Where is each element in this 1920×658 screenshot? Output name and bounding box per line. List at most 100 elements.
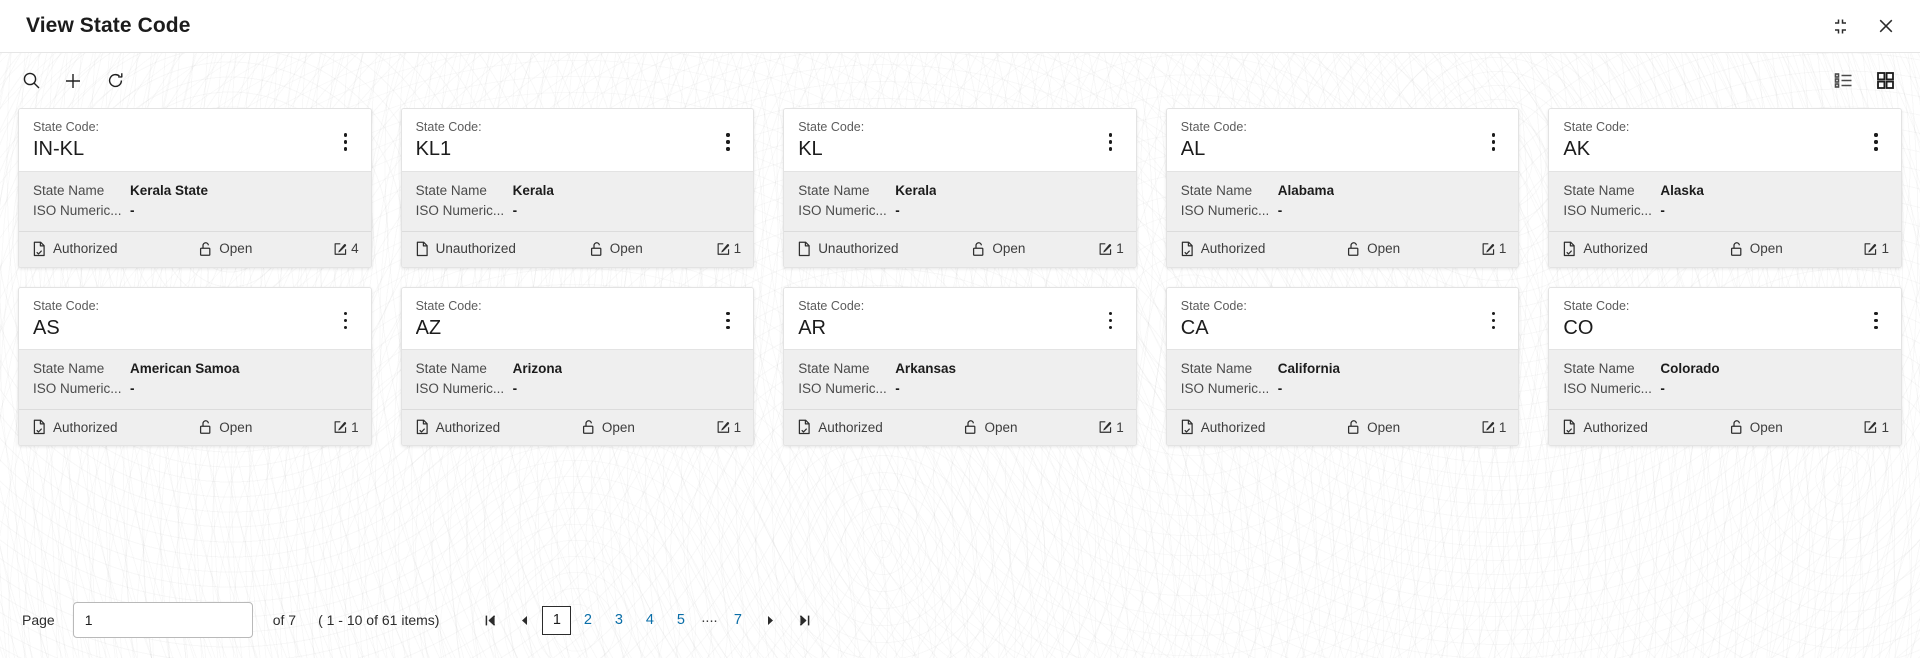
- view-state-code-window: View State Code State Code: IN-KL State …: [0, 0, 1920, 658]
- last-page-icon[interactable]: [787, 605, 821, 635]
- state-code-card[interactable]: State Code: CO State Name Colorado ISO Numer…: [1548, 286, 1902, 447]
- document-check-icon: [1180, 419, 1195, 435]
- card-details: State Name Kerala ISO Numeric... -: [401, 170, 754, 231]
- lock-status[interactable]: Open: [1729, 419, 1783, 435]
- state-code-card[interactable]: State Code: KL State Name Kerala ISO Numeric…: [783, 108, 1137, 268]
- edit-square-icon: [1863, 241, 1878, 257]
- edit-square-icon: [333, 419, 348, 435]
- edit-count[interactable]: 1: [716, 241, 742, 257]
- state-code-card[interactable]: State Code: AS State Name American Samoa ISO…: [18, 286, 372, 447]
- page-ellipsis[interactable]: ....: [696, 610, 722, 631]
- lock-status[interactable]: Open: [581, 419, 635, 435]
- authorization-status[interactable]: Authorized: [1180, 419, 1265, 435]
- state-name-value: Kerala: [895, 182, 937, 198]
- authorization-status[interactable]: Authorized: [797, 419, 883, 435]
- refresh-icon[interactable]: [98, 64, 132, 98]
- card-details: State Name Arizona ISO Numeric... -: [401, 349, 754, 410]
- card-details: State Name American Samoa ISO Numeric... -: [19, 349, 371, 410]
- edit-count-label: 1: [1116, 241, 1124, 257]
- more-vertical-icon[interactable]: [1482, 306, 1504, 336]
- edit-square-icon: [333, 241, 348, 257]
- document-check-icon: [1562, 419, 1577, 435]
- more-vertical-icon[interactable]: [1100, 127, 1122, 157]
- search-icon[interactable]: [14, 64, 48, 98]
- edit-count-label: 1: [1498, 419, 1507, 435]
- state-code-card[interactable]: State Code: IN-KL State Name Kerala State IS…: [18, 108, 372, 268]
- page-number-4[interactable]: 4: [635, 606, 664, 635]
- edit-count[interactable]: 1: [1863, 419, 1889, 435]
- state-name-row: State Name Kerala: [416, 181, 740, 201]
- authorization-status[interactable]: Authorized: [415, 419, 500, 435]
- edit-count[interactable]: 4: [333, 241, 359, 257]
- lock-status[interactable]: Open: [589, 241, 643, 257]
- iso-numeric-key: ISO Numeric...: [1563, 381, 1652, 397]
- lock-status[interactable]: Open: [1729, 241, 1783, 257]
- page-number-1[interactable]: 1: [542, 605, 572, 635]
- first-page-icon[interactable]: [473, 605, 507, 635]
- state-code-card[interactable]: State Code: AR State Name Arkansas ISO Numer…: [783, 286, 1137, 447]
- list-view-icon[interactable]: [1830, 68, 1856, 94]
- collapse-icon[interactable]: [1828, 14, 1852, 38]
- lock-status-label: Open: [1749, 241, 1783, 257]
- lock-status[interactable]: Open: [1346, 241, 1400, 257]
- card-code-label: State Code:: [1563, 120, 1630, 134]
- iso-numeric-row: ISO Numeric... -: [798, 201, 1122, 221]
- more-vertical-icon[interactable]: [335, 127, 357, 157]
- edit-count[interactable]: 1: [1098, 419, 1124, 435]
- more-vertical-icon[interactable]: [1865, 306, 1887, 336]
- more-vertical-icon[interactable]: [1100, 306, 1122, 336]
- lock-status[interactable]: Open: [1346, 419, 1400, 435]
- state-code-card[interactable]: State Code: KL1 State Name Kerala ISO Numeri…: [400, 108, 755, 268]
- edit-count[interactable]: 1: [1481, 241, 1506, 257]
- card-code-value: CA: [1180, 316, 1209, 339]
- page-number-input[interactable]: [72, 602, 253, 638]
- more-vertical-icon[interactable]: [335, 306, 357, 336]
- page-number-2[interactable]: 2: [573, 606, 602, 635]
- more-vertical-icon[interactable]: [1482, 127, 1504, 157]
- authorization-status[interactable]: Authorized: [32, 419, 118, 435]
- page-number-5[interactable]: 5: [666, 606, 695, 635]
- authorization-status[interactable]: Authorized: [1180, 241, 1265, 257]
- lock-status[interactable]: Open: [963, 419, 1018, 435]
- prev-page-icon[interactable]: [507, 605, 541, 635]
- close-icon[interactable]: [1874, 14, 1898, 38]
- card-header-texts: State Code: CO: [1563, 298, 1865, 342]
- edit-count[interactable]: 1: [716, 419, 741, 435]
- state-name-value: Arkansas: [895, 361, 956, 377]
- state-name-row: State Name Arkansas: [798, 359, 1122, 379]
- edit-count-label: 1: [733, 241, 742, 257]
- state-code-card[interactable]: State Code: AL State Name Alabama ISO Numeri…: [1165, 108, 1520, 268]
- iso-numeric-value: -: [895, 202, 900, 218]
- page-number-3[interactable]: 3: [604, 606, 633, 635]
- state-name-row: State Name Alabama: [1181, 181, 1505, 201]
- state-name-key: State Name: [1180, 182, 1253, 198]
- authorization-status[interactable]: Authorized: [32, 241, 118, 257]
- edit-count[interactable]: 1: [333, 419, 359, 435]
- page-number-last[interactable]: 7: [723, 606, 752, 635]
- authorization-status[interactable]: Unauthorized: [415, 241, 516, 257]
- authorization-status[interactable]: Authorized: [1562, 241, 1648, 257]
- lock-status[interactable]: Open: [971, 241, 1025, 257]
- state-code-card[interactable]: State Code: AZ State Name Arizona ISO Numeri…: [400, 286, 755, 447]
- document-check-icon: [1180, 241, 1195, 257]
- card-header: State Code: KL: [784, 109, 1136, 171]
- authorization-status[interactable]: Authorized: [1562, 419, 1648, 435]
- lock-status[interactable]: Open: [198, 419, 252, 435]
- card-code-label: State Code:: [798, 298, 865, 313]
- authorization-status[interactable]: Unauthorized: [797, 241, 899, 257]
- state-code-card[interactable]: State Code: AK State Name Alaska ISO Numeric…: [1548, 108, 1902, 268]
- next-page-icon[interactable]: [753, 605, 787, 635]
- state-code-card[interactable]: State Code: CA State Name California ISO Num…: [1165, 286, 1520, 447]
- grid-view-icon[interactable]: [1872, 68, 1898, 94]
- more-vertical-icon[interactable]: [1865, 127, 1887, 157]
- iso-numeric-row: ISO Numeric... -: [1181, 379, 1505, 399]
- iso-numeric-row: ISO Numeric... -: [1181, 201, 1505, 221]
- edit-count[interactable]: 1: [1863, 241, 1889, 257]
- edit-count[interactable]: 1: [1098, 241, 1124, 257]
- plus-icon[interactable]: [56, 64, 90, 98]
- more-vertical-icon[interactable]: [717, 127, 739, 157]
- iso-numeric-key: ISO Numeric...: [33, 381, 122, 397]
- edit-count[interactable]: 1: [1481, 419, 1507, 435]
- more-vertical-icon[interactable]: [717, 306, 739, 336]
- lock-status[interactable]: Open: [198, 241, 252, 257]
